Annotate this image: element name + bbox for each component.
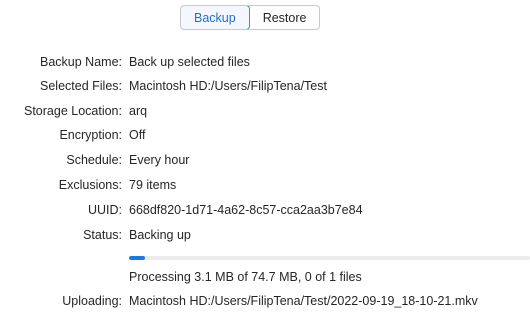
progress-text: Processing 3.1 MB of 74.7 MB, 0 of 1 fil… <box>129 270 362 284</box>
uuid-value: 668df820-1d71-4a62-8c57-cca2aa3b7e84 <box>129 203 363 217</box>
tab-restore[interactable]: Restore <box>250 6 320 29</box>
selected-files-row: Selected Files: Macintosh HD:/Users/Fili… <box>0 76 530 96</box>
exclusions-row: Exclusions: 79 items <box>0 175 530 195</box>
schedule-label: Schedule: <box>66 153 122 167</box>
backup-restore-segmented-control: Backup Restore <box>180 5 321 30</box>
backup-name-row: Backup Name: Back up selected files <box>0 52 530 72</box>
encryption-row: Encryption: Off <box>0 125 530 145</box>
tab-backup[interactable]: Backup <box>181 6 250 29</box>
schedule-row: Schedule: Every hour <box>0 150 530 170</box>
schedule-value: Every hour <box>129 153 190 167</box>
uuid-row: UUID: 668df820-1d71-4a62-8c57-cca2aa3b7e… <box>0 200 530 220</box>
backup-progress-bar <box>129 256 530 260</box>
backup-name-label: Backup Name: <box>40 55 122 69</box>
selected-files-label: Selected Files: <box>40 79 122 93</box>
status-value: Backing up <box>129 228 191 242</box>
encryption-label: Encryption: <box>59 128 122 142</box>
storage-location-row: Storage Location: arq <box>0 101 530 121</box>
uploading-label: Uploading: <box>62 294 122 308</box>
status-label: Status: <box>83 228 122 242</box>
backup-name-value: Back up selected files <box>129 55 250 69</box>
progress-text-row: Processing 3.1 MB of 74.7 MB, 0 of 1 fil… <box>0 267 530 287</box>
uploading-value: Macintosh HD:/Users/FilipTena/Test/2022-… <box>129 294 478 308</box>
exclusions-value: 79 items <box>129 178 177 192</box>
backup-progress-fill <box>129 256 146 260</box>
uploading-row: Uploading: Macintosh HD:/Users/FilipTena… <box>0 291 530 311</box>
exclusions-label: Exclusions: <box>58 178 122 192</box>
uuid-label: UUID: <box>87 203 122 217</box>
storage-location-label: Storage Location: <box>24 104 122 118</box>
encryption-value: Off <box>129 128 146 142</box>
status-row: Status: Backing up <box>0 225 530 245</box>
storage-location-value: arq <box>129 104 148 118</box>
selected-files-value: Macintosh HD:/Users/FilipTena/Test <box>129 79 327 93</box>
